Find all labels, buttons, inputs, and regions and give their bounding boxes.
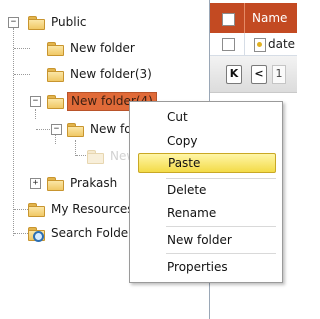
tree-line	[36, 129, 50, 130]
menu-separator	[166, 178, 276, 179]
grid-header: Name	[210, 3, 297, 33]
expand-toggle-prakash[interactable]: +	[30, 178, 41, 189]
menu-separator	[166, 253, 276, 254]
search-folder-icon	[28, 226, 45, 242]
tree-node-search-folders[interactable]: Search Folders	[28, 223, 142, 243]
menu-item-new-folder[interactable]: New folder	[138, 230, 276, 250]
page-number[interactable]: 1	[272, 65, 286, 84]
tree-node-label: New folder(3)	[70, 66, 152, 81]
tree-node-new-fol[interactable]: New fol	[67, 119, 138, 139]
tree-line	[14, 233, 28, 234]
tree-node-label: New folder	[70, 40, 135, 55]
tree-node-my-resources[interactable]: My Resources	[28, 199, 137, 219]
column-header-name[interactable]: Name	[252, 11, 287, 25]
menu-item-delete[interactable]: Delete	[138, 180, 276, 200]
column-divider	[244, 33, 245, 55]
tree-node-label: Public	[51, 14, 87, 29]
tree-node-label: My Resources	[51, 201, 134, 216]
collapse-toggle-public[interactable]: −	[8, 17, 19, 28]
folder-icon	[67, 122, 84, 137]
tree-line	[55, 134, 56, 144]
column-divider	[244, 3, 245, 33]
tree-node-new-folder-3[interactable]: New folder(3)	[47, 64, 155, 84]
tree-node-public[interactable]: Public	[28, 12, 90, 32]
tree-line	[76, 155, 86, 156]
tree-node-label: Prakash	[70, 175, 118, 190]
folder-icon	[28, 15, 45, 30]
first-page-button[interactable]: K	[226, 65, 242, 84]
folder-icon	[47, 176, 64, 191]
folder-icon	[47, 41, 64, 56]
context-menu: Cut Copy Paste Delete Rename New folder …	[129, 101, 283, 283]
menu-item-cut[interactable]: Cut	[138, 107, 276, 127]
tree-node-new-folder[interactable]: New folder	[47, 38, 138, 58]
menu-separator	[166, 226, 276, 227]
menu-item-paste[interactable]: Paste	[138, 153, 276, 173]
tree-line	[14, 48, 30, 49]
menu-item-copy[interactable]: Copy	[138, 131, 276, 151]
collapse-toggle-new-fol[interactable]: −	[51, 124, 62, 135]
row-checkbox[interactable]	[222, 38, 235, 51]
tree-line	[14, 74, 30, 75]
folder-icon	[28, 202, 45, 217]
previous-page-button[interactable]: <	[251, 65, 267, 84]
tree-line	[75, 140, 76, 156]
table-row[interactable]: date	[210, 33, 297, 56]
folder-icon	[47, 67, 64, 82]
menu-item-properties[interactable]: Properties	[138, 257, 276, 277]
select-all-checkbox[interactable]	[222, 13, 235, 26]
folder-icon	[47, 94, 64, 109]
file-icon	[254, 38, 266, 52]
tree-node-prakash[interactable]: Prakash	[47, 173, 120, 193]
menu-item-rename[interactable]: Rename	[138, 203, 276, 223]
file-name[interactable]: date	[268, 37, 295, 51]
collapse-toggle-new-folder-4[interactable]: −	[30, 96, 41, 107]
tree-line	[13, 28, 14, 236]
tree-line	[35, 109, 36, 119]
folder-icon	[87, 149, 104, 164]
pagination-bar: K < 1	[210, 56, 297, 93]
